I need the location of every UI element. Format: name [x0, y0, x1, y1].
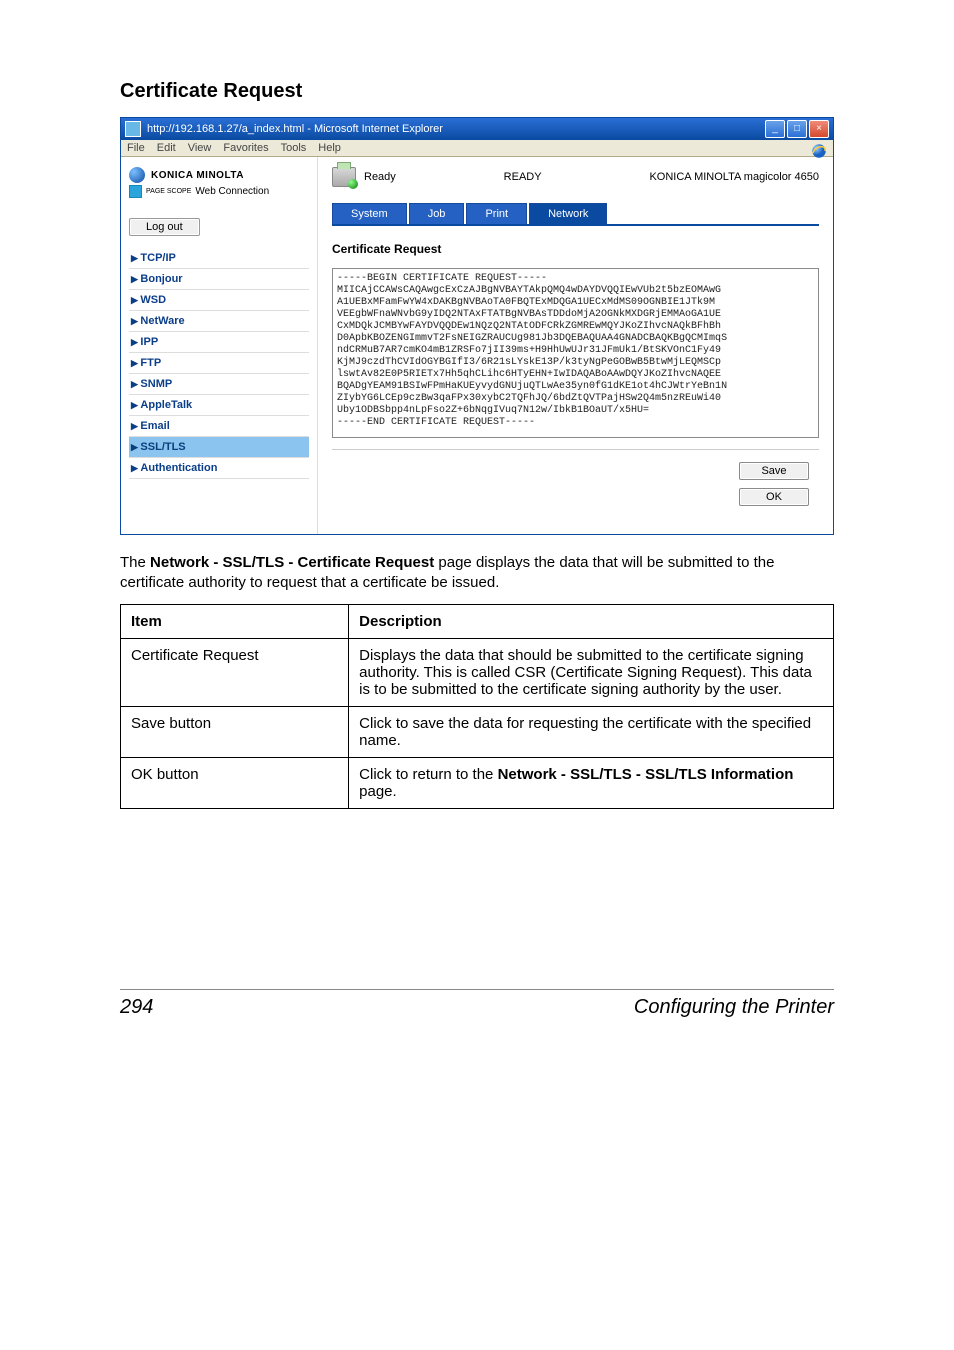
cell-desc-2-bold: Network - SSL/TLS - SSL/TLS Information — [498, 766, 794, 783]
tab-network[interactable]: Network — [529, 203, 607, 224]
sidebar-item-authentication[interactable]: Authentication — [129, 458, 309, 479]
panel-heading: Certificate Request — [332, 242, 819, 256]
brand-text: KONICA MINOLTA — [151, 170, 244, 181]
cell-desc-2-pre: Click to return to the — [359, 766, 497, 783]
sidebar-item-ssltls[interactable]: SSL/TLS — [129, 437, 309, 458]
table-row: Certificate Request Displays the data th… — [121, 639, 834, 707]
maximize-button[interactable]: □ — [787, 120, 807, 138]
ok-button[interactable]: OK — [739, 488, 809, 506]
tab-job[interactable]: Job — [409, 203, 465, 224]
section-title: Certificate Request — [120, 80, 834, 103]
status-left: Ready — [364, 171, 396, 183]
titlebar: http://192.168.1.27/a_index.html - Micro… — [121, 118, 833, 140]
status-row: Ready READY KONICA MINOLTA magicolor 465… — [332, 167, 819, 187]
body-text-bold: Network - SSL/TLS - Certificate Request — [150, 554, 434, 571]
side-nav: TCP/IP Bonjour WSD NetWare IPP FTP SNMP … — [129, 248, 309, 479]
right-column: Ready READY KONICA MINOLTA magicolor 465… — [318, 157, 833, 534]
sidebar-item-netware[interactable]: NetWare — [129, 311, 309, 332]
menu-help[interactable]: Help — [318, 142, 341, 154]
page-number: 294 — [120, 996, 153, 1019]
page-footer: 294 Configuring the Printer — [120, 989, 834, 1019]
menu-favorites[interactable]: Favorites — [223, 142, 268, 154]
brand-globe-icon — [129, 167, 145, 183]
close-button[interactable]: × — [809, 120, 829, 138]
menu-file[interactable]: File — [127, 142, 145, 154]
menubar: File Edit View Favorites Tools Help — [121, 140, 833, 157]
cell-desc-2-post: page. — [359, 783, 397, 800]
tabs: System Job Print Network — [332, 203, 819, 226]
bottom-actions: Save OK — [332, 449, 819, 514]
status-center: READY — [404, 171, 642, 183]
minimize-button[interactable]: _ — [765, 120, 785, 138]
tab-system[interactable]: System — [332, 203, 407, 224]
sidebar-item-snmp[interactable]: SNMP — [129, 374, 309, 395]
status-right: KONICA MINOLTA magicolor 4650 — [649, 171, 819, 183]
sub-brand-prefix: PAGE SCOPE — [146, 188, 191, 195]
menu-tools[interactable]: Tools — [281, 142, 307, 154]
browser-window: http://192.168.1.27/a_index.html - Micro… — [120, 117, 834, 535]
sidebar-item-ftp[interactable]: FTP — [129, 353, 309, 374]
favicon — [125, 121, 141, 137]
brand: KONICA MINOLTA — [129, 167, 309, 183]
sub-brand-text: Web Connection — [195, 186, 269, 197]
sidebar-item-bonjour[interactable]: Bonjour — [129, 269, 309, 290]
footer-text: Configuring the Printer — [634, 996, 834, 1019]
sidebar-item-tcpip[interactable]: TCP/IP — [129, 248, 309, 269]
cell-item-2: OK button — [131, 766, 199, 783]
th-desc: Description — [359, 613, 442, 630]
ie-logo-icon — [809, 141, 829, 161]
body-text: The Network - SSL/TLS - Certificate Requ… — [120, 553, 834, 592]
tab-print[interactable]: Print — [466, 203, 527, 224]
menu-edit[interactable]: Edit — [157, 142, 176, 154]
menu-view[interactable]: View — [188, 142, 212, 154]
description-table: Item Description Certificate Request Dis… — [120, 604, 834, 809]
save-button[interactable]: Save — [739, 462, 809, 480]
th-item: Item — [131, 613, 162, 630]
sidebar-item-ipp[interactable]: IPP — [129, 332, 309, 353]
certificate-request-textarea[interactable]: -----BEGIN CERTIFICATE REQUEST----- MIIC… — [332, 268, 819, 438]
cell-item-1: Save button — [131, 715, 211, 732]
sub-brand: PAGE SCOPE Web Connection — [129, 185, 309, 198]
logout-button[interactable]: Log out — [129, 218, 200, 236]
sidebar-item-email[interactable]: Email — [129, 416, 309, 437]
table-row: Save button Click to save the data for r… — [121, 707, 834, 758]
printer-status-icon — [332, 167, 356, 187]
cell-desc-0: Displays the data that should be submitt… — [359, 647, 812, 698]
window-title: http://192.168.1.27/a_index.html - Micro… — [147, 123, 765, 135]
sidebar-item-wsd[interactable]: WSD — [129, 290, 309, 311]
cell-item-0: Certificate Request — [131, 647, 259, 664]
body-text-a: The — [120, 554, 150, 571]
table-row: OK button Click to return to the Network… — [121, 758, 834, 809]
pagescope-icon — [129, 185, 142, 198]
sidebar-item-appletalk[interactable]: AppleTalk — [129, 395, 309, 416]
table-header-row: Item Description — [121, 605, 834, 639]
left-column: KONICA MINOLTA PAGE SCOPE Web Connection… — [121, 157, 318, 534]
cell-desc-1: Click to save the data for requesting th… — [359, 715, 811, 749]
